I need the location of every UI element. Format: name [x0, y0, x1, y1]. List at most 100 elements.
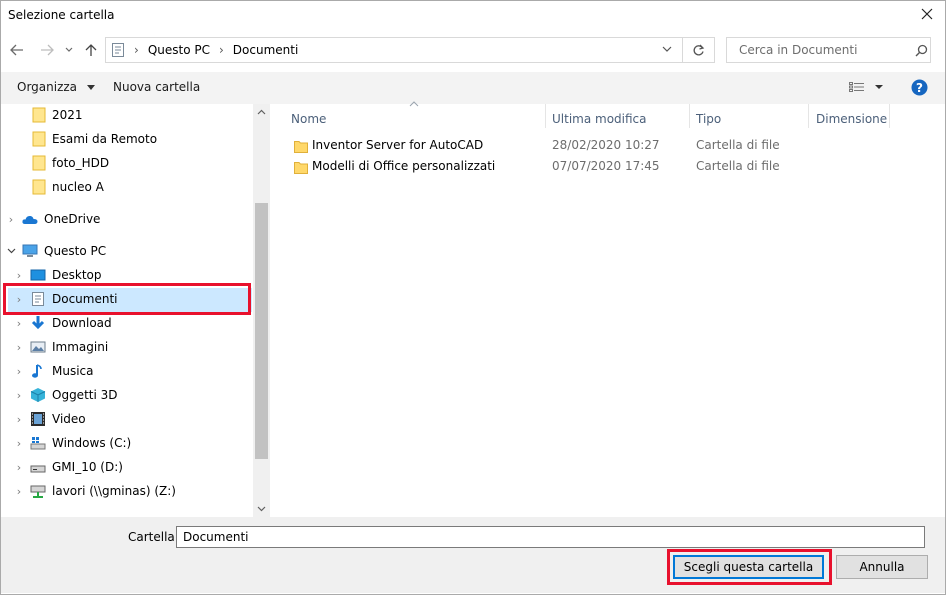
desktop-icon: [30, 269, 46, 281]
sidebar-item-2021[interactable]: 2021: [32, 104, 83, 126]
sidebar-item-questo-pc[interactable]: Questo PC: [22, 240, 106, 262]
column-header-type[interactable]: Tipo: [696, 108, 721, 130]
arrow-right-icon: [41, 44, 54, 56]
folder-icon: [294, 162, 308, 174]
recent-locations-button[interactable]: [62, 39, 76, 61]
expand-chevron[interactable]: ›: [14, 480, 24, 502]
sidebar-item-esami-da-remoto[interactable]: Esami da Remoto: [32, 128, 157, 150]
breadcrumb-separator: ›: [134, 43, 139, 57]
help-button[interactable]: ?: [911, 79, 928, 96]
arrow-left-icon: [10, 44, 23, 56]
address-dropdown-button[interactable]: [662, 46, 672, 52]
file-name: Modelli di Office personalizzati: [312, 159, 496, 173]
pc-icon: [22, 244, 38, 257]
organize-label: Organizza: [17, 80, 78, 94]
chevron-down-icon: [7, 248, 15, 254]
expand-chevron[interactable]: ›: [14, 336, 24, 358]
video-icon: [31, 412, 45, 426]
file-type: Cartella di file: [696, 159, 780, 173]
scroll-down-button[interactable]: [257, 506, 266, 512]
caret-down-icon: [86, 85, 95, 90]
chevron-down-icon: [257, 506, 266, 512]
highlight-box-choose-button: [667, 549, 832, 585]
sidebar-item-gmi10-d[interactable]: GMI_10 (D:): [30, 456, 123, 478]
organize-menu[interactable]: Organizza: [17, 80, 95, 94]
sidebar-item-lavori-z[interactable]: lavori (\\gminas) (Z:): [30, 480, 176, 502]
folder-icon: [32, 107, 46, 123]
sort-ascending-icon: [409, 101, 419, 107]
drive-icon: [30, 465, 46, 473]
file-modified: 28/02/2020 10:27: [552, 138, 660, 152]
scroll-up-button[interactable]: [257, 109, 266, 115]
breadcrumb-separator: ›: [218, 43, 224, 57]
chevron-down-icon: [65, 47, 73, 52]
expand-chevron[interactable]: ›: [6, 208, 16, 230]
scrollbar-thumb[interactable]: [255, 203, 268, 459]
onedrive-icon: [22, 215, 38, 224]
pictures-icon: [30, 341, 46, 353]
svg-text:?: ?: [916, 81, 923, 95]
chevron-up-icon: [257, 109, 266, 115]
up-button[interactable]: [82, 39, 100, 61]
sidebar-item-musica[interactable]: Musica: [30, 360, 94, 382]
download-icon: [31, 316, 45, 330]
documents-icon: [112, 43, 124, 57]
window-title: Selezione cartella: [8, 8, 115, 22]
sidebar-item-oggetti-3d[interactable]: Oggetti 3D: [30, 384, 118, 406]
folder-label: Cartella:: [128, 530, 179, 544]
expand-chevron[interactable]: ›: [14, 408, 24, 430]
folder-name-input[interactable]: [176, 526, 925, 548]
expand-chevron[interactable]: ›: [14, 360, 24, 382]
sidebar-item-download[interactable]: Download: [30, 312, 112, 334]
sidebar-item-immagini[interactable]: Immagini: [30, 336, 108, 358]
sidebar-item-foto-hdd[interactable]: foto_HDD: [32, 152, 109, 174]
column-divider[interactable]: [689, 104, 690, 128]
sidebar-item-windows-c[interactable]: Windows (C:): [30, 432, 131, 454]
music-icon: [32, 364, 42, 378]
column-divider[interactable]: [808, 104, 809, 128]
column-divider[interactable]: [545, 104, 546, 128]
column-divider[interactable]: [889, 104, 890, 128]
folder-icon: [32, 179, 46, 195]
chevron-down-icon: [662, 46, 672, 52]
expand-chevron[interactable]: ›: [14, 312, 24, 334]
column-header-modified[interactable]: Ultima modifica: [552, 108, 647, 130]
close-icon: [921, 8, 933, 20]
search-input[interactable]: [737, 42, 911, 58]
sidebar-item-video[interactable]: Video: [30, 408, 86, 430]
file-row[interactable]: Inventor Server for AutoCAD 28/02/2020 1…: [288, 136, 888, 156]
file-type: Cartella di file: [696, 138, 780, 152]
breadcrumb-documenti[interactable]: Documenti: [233, 43, 299, 57]
collapse-chevron[interactable]: [6, 240, 16, 262]
folder-icon: [294, 141, 308, 153]
address-bar[interactable]: › Questo PC › Documenti: [105, 37, 683, 63]
close-button[interactable]: [916, 3, 938, 25]
breadcrumb-questo-pc[interactable]: Questo PC: [148, 43, 210, 57]
sidebar-item-nucleo-a[interactable]: nucleo A: [32, 176, 104, 198]
forward-button[interactable]: [38, 39, 56, 61]
sidebar-item-onedrive[interactable]: OneDrive: [22, 208, 100, 230]
file-modified: 07/07/2020 17:45: [552, 159, 660, 173]
details-view-icon: [849, 82, 883, 92]
expand-chevron[interactable]: ›: [14, 384, 24, 406]
expand-chevron[interactable]: ›: [14, 432, 24, 454]
column-header-name[interactable]: Nome: [291, 108, 326, 130]
search-box[interactable]: [726, 37, 931, 63]
view-options-button[interactable]: [849, 80, 885, 94]
column-header-size[interactable]: Dimensione: [816, 108, 887, 130]
refresh-button[interactable]: [683, 37, 715, 63]
drive-c-icon: [30, 437, 46, 450]
expand-chevron[interactable]: ›: [14, 456, 24, 478]
network-drive-icon: [30, 485, 46, 498]
highlight-box-documenti: [3, 283, 251, 315]
file-row[interactable]: Modelli di Office personalizzati 07/07/2…: [288, 157, 888, 177]
search-icon[interactable]: [915, 44, 928, 57]
back-button[interactable]: [8, 39, 26, 61]
folder-icon: [32, 131, 46, 147]
cancel-button[interactable]: Annulla: [836, 555, 928, 579]
new-folder-button[interactable]: Nuova cartella: [113, 80, 200, 94]
3d-objects-icon: [30, 388, 46, 402]
refresh-icon: [693, 44, 705, 55]
help-icon: ?: [911, 79, 928, 96]
arrow-up-icon: [85, 44, 97, 56]
